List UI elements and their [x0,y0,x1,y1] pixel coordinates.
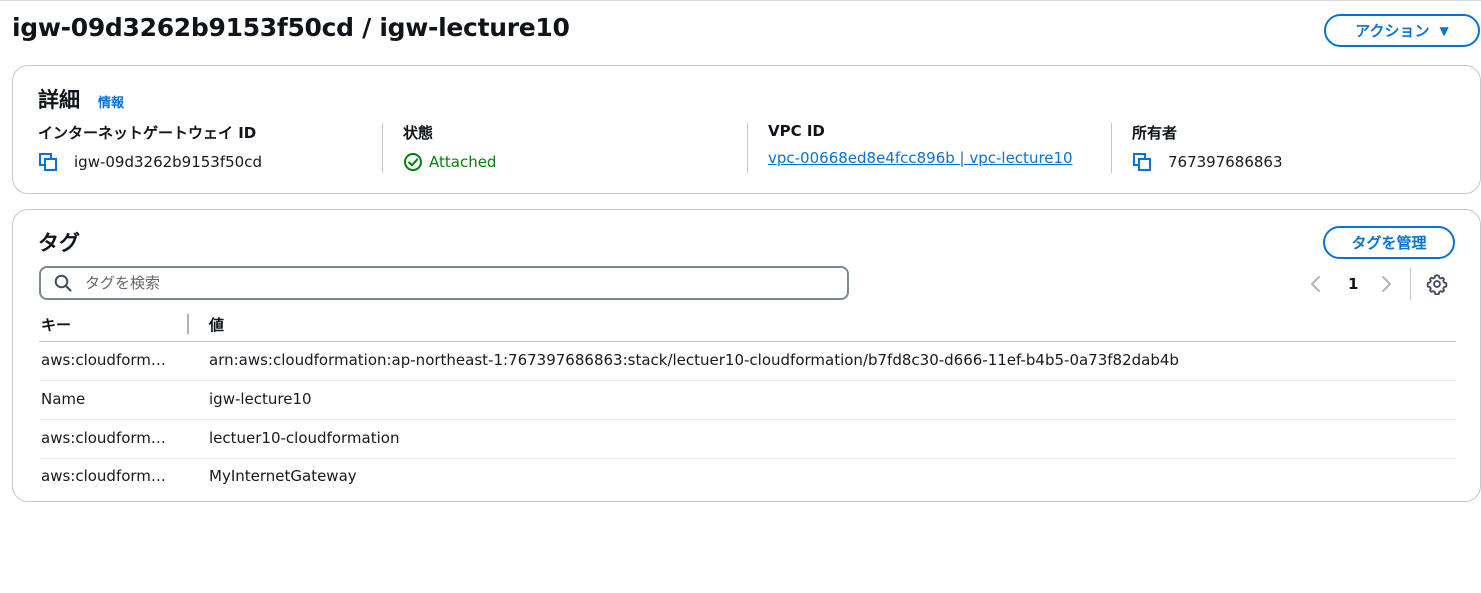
tag-search-box[interactable] [39,266,849,300]
caret-down-icon: ▼ [1439,23,1449,38]
actions-dropdown-button[interactable]: アクション ▼ [1324,14,1480,47]
vpc-id-link[interactable]: vpc-00668ed8e4fcc896b | vpc-lecture10 [768,149,1073,167]
column-divider [382,123,383,173]
owner-field: 所有者 767397686863 [1132,122,1283,174]
table-row: Name igw-lecture10 [39,381,1456,420]
column-header-key[interactable]: キー [41,314,71,335]
tags-panel: タグ 1 キー 値 aws:cloudformation:stack-id ar… [12,209,1481,502]
page-title: igw-09d3262b9153f50cd / igw-lecture10 [12,13,570,42]
igw-id-field: インターネットゲートウェイ ID igw-09d3262b9153f50cd [38,122,262,174]
igw-id-label: インターネットゲートウェイ ID [38,124,257,142]
table-preferences-button[interactable] [1426,271,1448,297]
tag-key-cell: Name [41,390,86,408]
state-value: Attached [429,153,497,171]
details-panel: 詳細 情報 インターネットゲートウェイ ID igw-09d3262b9153f… [12,65,1481,194]
pagination-current-page[interactable]: 1 [1348,271,1358,297]
pagination-divider [1410,268,1411,300]
owner-value: 767397686863 [1168,153,1283,171]
igw-id-value: igw-09d3262b9153f50cd [74,153,262,171]
vpc-id-label: VPC ID [768,122,825,140]
top-divider [0,0,1481,1]
tag-value-cell: lectuer10-cloudformation [209,429,400,447]
table-row: aws:cloudformation:logical-id MyInternet… [39,458,1456,497]
info-link[interactable]: 情報 [98,92,124,111]
copy-icon[interactable] [1132,152,1152,172]
tag-search-input[interactable] [85,274,785,292]
tag-value-cell: arn:aws:cloudformation:ap-northeast-1:76… [209,351,1179,369]
owner-label: 所有者 [1132,124,1178,142]
column-divider [1111,123,1112,173]
tag-key-cell: aws:cloudformation:stack-name [41,429,171,447]
pagination-prev[interactable] [1309,271,1323,297]
tags-heading: タグ [38,231,80,255]
manage-tags-button[interactable]: タグを管理 [1323,226,1455,259]
state-field: 状態 Attached [403,122,496,174]
tag-value-cell: igw-lecture10 [209,390,312,408]
vpc-id-field: VPC ID vpc-00668ed8e4fcc896b | vpc-lectu… [768,122,1073,174]
status-ok-icon [404,153,422,171]
details-heading: 詳細 [38,88,80,112]
chevron-right-icon [1382,276,1391,292]
chevron-left-icon [1311,276,1320,292]
column-divider [747,123,748,173]
tag-key-cell: aws:cloudformation:stack-id [41,351,171,369]
gear-icon [1426,274,1448,295]
state-label: 状態 [403,124,434,142]
actions-button-label: アクション [1355,22,1430,40]
tag-key-cell: aws:cloudformation:logical-id [41,467,171,485]
table-row: aws:cloudformation:stack-id arn:aws:clou… [39,342,1456,381]
column-header-value[interactable]: 値 [209,314,224,335]
pagination-next[interactable] [1379,271,1393,297]
table-row: aws:cloudformation:stack-name lectuer10-… [39,420,1456,459]
column-resize-handle[interactable] [187,314,189,334]
search-icon [54,274,72,292]
tags-table-header: キー 値 [39,308,1456,342]
tag-value-cell: MyInternetGateway [209,467,357,485]
copy-icon[interactable] [38,152,58,172]
